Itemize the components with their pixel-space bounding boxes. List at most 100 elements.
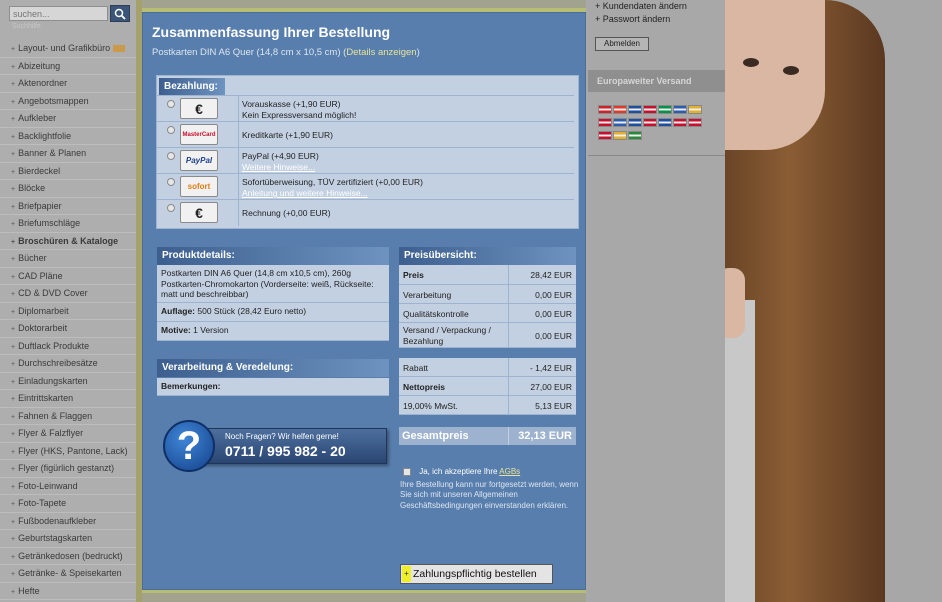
bullet-icon: + [11,536,16,543]
nav-item[interactable]: + Briefumschläge [0,215,138,233]
payment-info-link[interactable]: Weitere Hinweise... [242,162,319,173]
nav-item-label: Einladungskarten [18,375,88,386]
nav-item[interactable]: + Layout- und Grafikbüro [0,40,138,58]
agb-checkbox[interactable] [403,467,411,476]
price-value: 0,00 EUR [535,290,572,300]
nav-item[interactable]: + Flyer (HKS, Pantone, Lack) [0,443,138,460]
nav-item[interactable]: + Einladungskarten [0,373,138,390]
payment-label: PayPal (+4,90 EUR) [242,151,319,161]
price-separator [508,323,509,347]
bullet-icon: + [11,396,16,403]
nav-item-label: Flyer & Falzflyer [18,428,84,438]
payment-radio[interactable] [167,178,175,186]
product-subtitle: Postkarten DIN A6 Quer (14,8 cm x 10,5 c… [152,47,420,58]
nav-item[interactable]: + Foto-Leinwand [0,478,138,495]
payment-divider [238,96,239,122]
price-value: 28,42 EUR [530,270,572,280]
nav-item[interactable]: + Flyer & Falzflyer [0,425,138,443]
payment-option[interactable]: € Rechnung (+0,00 EUR) [156,199,574,226]
payment-divider [238,174,239,200]
product-heading: Produktdetails: [157,247,389,265]
country-flag-icon [628,118,642,127]
payment-text: Kreditkarte (+1,90 EUR) [242,130,333,141]
payment-option[interactable]: € Vorauskasse (+1,90 EUR) Kein Expressvers… [156,95,574,122]
payment-text: Sofortüberweisung, TÜV zertifiziert (+0,… [242,177,423,199]
price-separator [508,265,509,284]
country-flag-icon [688,118,702,127]
search-button[interactable] [110,5,130,22]
nav-item[interactable]: + Abizeitung [0,58,138,75]
nav-item[interactable]: + Duftlack Produkte [0,338,138,355]
nav-item[interactable]: + Fußbodenaufkleber [0,513,138,530]
nav-item-label: Abizeitung [18,60,61,71]
nav-item-label: Geburtstagskarten [18,533,93,543]
price-value: 0,00 EUR [535,331,572,341]
nav-item-label: Blöcke [18,183,46,193]
bullet-icon: + [11,501,16,508]
bullet-icon: + [11,221,16,228]
sidebar: Suchhilfe +Layout- und Grafikbüro+Abizei… [0,0,138,602]
bullet-icon: + [11,186,16,193]
nav-item[interactable]: + Diplomarbeit [0,303,138,320]
bullet-icon: + [11,98,16,106]
nav-item[interactable]: + Durchschreibesätze [0,355,138,373]
price-separator [508,396,509,414]
nav-item[interactable]: + CAD Pläne [0,268,138,285]
payment-label: Kreditkarte (+1,90 EUR) [242,130,333,140]
account-link-password[interactable]: + Passwort ändern [595,14,670,24]
nav-item[interactable]: + Getränke- & Speisekarten [0,565,138,583]
payment-radio[interactable] [167,100,175,108]
price-value: 0,00 EUR [535,309,572,319]
nav-item[interactable]: + Briefpapier [0,198,138,215]
price-label: 19,00% MwSt. [403,401,458,411]
help-banner[interactable]: ? Noch Fragen? Wir helfen gerne! 0711 / … [163,420,389,474]
nav-item[interactable]: + Angebotsmappen [0,93,138,110]
search-input[interactable] [9,6,108,21]
payment-option[interactable]: PayPal PayPal (+4,90 EUR) Weitere Hinweise… [156,147,574,174]
nav-item[interactable]: + CD & DVD Cover [0,285,138,303]
nav-item[interactable]: + Aufkleber [0,110,138,128]
payment-option[interactable]: MasterCard Kreditkarte (+1,90 EUR) [156,121,574,148]
nav-item[interactable]: + Flyer (figürlich gestanzt) [0,460,138,478]
payment-radio[interactable] [167,126,175,134]
nav-item[interactable]: + Bücher [0,250,138,268]
country-flag-icon [613,105,627,114]
nav-item[interactable]: + Eintrittskarten [0,390,138,408]
nav-item[interactable]: + Broschüren & Kataloge [0,233,138,250]
payment-radio[interactable] [167,204,175,212]
search-help-link[interactable]: Suchhilfe [12,23,41,30]
bullet-icon: + [595,14,603,24]
agb-link[interactable]: AGBs [499,467,520,476]
processing-heading: Verarbeitung & Veredelung: [157,359,389,377]
nav-item[interactable]: + Banner & Planen [0,145,138,163]
details-link[interactable]: Details anzeigen [346,47,416,58]
order-button[interactable]: + Zahlungspflichtig bestellen [400,564,553,584]
nav-item-label: Foto-Leinwand [18,480,78,491]
account-link-customer-data[interactable]: + Kundendaten ändern [595,1,687,11]
page-title: Zusammenfassung Ihrer Bestellung [152,24,391,40]
nav-item[interactable]: + Foto-Tapete [0,495,138,513]
nav-item[interactable]: + Blöcke [0,180,138,198]
nav-item-label: Briefpapier [18,200,62,211]
payment-option[interactable]: sofort Sofortüberweisung, TÜV zertifizier… [156,173,574,200]
nav-item[interactable]: + Doktorarbeit [0,320,138,338]
nav-item[interactable]: + Aktenordner [0,75,138,93]
payment-radio[interactable] [167,152,175,160]
nav-item[interactable]: + Fahnen & Flaggen [0,408,138,425]
nav-item[interactable]: + Getränkedosen (bedruckt) [0,548,138,565]
nav-item-label: Broschüren & Kataloge [18,235,119,246]
nav-item[interactable]: + Backlightfolie [0,128,138,145]
photo-hand [725,268,745,338]
nav-item[interactable]: + Bierdeckel [0,163,138,180]
agb-accept-text: Ja, ich akzeptiere Ihre [419,467,498,476]
nav-item[interactable]: + Hefte [0,583,138,600]
payment-info-link[interactable]: Anleitung und weitere Hinweise... [242,188,423,199]
price-row: Verarbeitung 0,00 EUR [399,285,576,304]
logout-button[interactable]: Abmelden [595,37,649,51]
payment-note: Kein Expressversand möglich! [242,110,357,120]
country-flag-icon [598,131,612,140]
nav-item[interactable]: + Geburtstagskarten [0,530,138,548]
auflage-value: 500 Stück (28,42 Euro netto) [197,306,307,316]
bullet-icon: + [11,133,16,141]
country-flag-icon [643,118,657,127]
